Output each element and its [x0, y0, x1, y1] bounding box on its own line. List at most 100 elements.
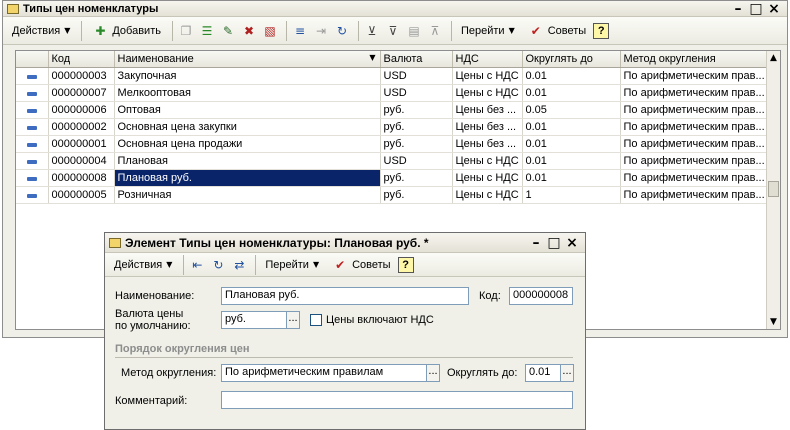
filter-history-icon[interactable]: ▤	[405, 22, 423, 40]
help-button[interactable]: ?	[593, 22, 610, 39]
cell-code[interactable]: 000000007	[48, 84, 115, 102]
cell-currency[interactable]: USD	[380, 67, 453, 85]
scroll-thumb[interactable]	[768, 181, 779, 197]
cell-method[interactable]: По арифметическим прав...	[620, 152, 767, 170]
actions-menu-button[interactable]: Действия ▼	[7, 20, 75, 42]
cell-vat[interactable]: Цены без ...	[452, 135, 523, 153]
currency-input[interactable]: руб.	[221, 311, 287, 329]
cell-round[interactable]: 0.01	[522, 152, 621, 170]
help-button[interactable]: ?	[397, 256, 414, 273]
code-input[interactable]: 000000008	[509, 287, 573, 305]
cell-code[interactable]: 000000002	[48, 118, 115, 136]
cell-round[interactable]: 0.01	[522, 169, 621, 187]
table-row[interactable]: 000000004 Плановая USD Цены с НДС 0.01 По ари…	[16, 152, 767, 170]
rounding-method-select-button[interactable]: ...	[426, 364, 440, 382]
cell-code[interactable]: 000000005	[48, 186, 115, 204]
close-button[interactable]: ×	[765, 2, 783, 16]
cell-name[interactable]: Розничная	[114, 186, 381, 204]
cell-code[interactable]: 000000008	[48, 169, 115, 187]
cell-currency[interactable]: USD	[380, 84, 453, 102]
cell-vat[interactable]: Цены с НДС	[452, 186, 523, 204]
scroll-down-icon[interactable]: ▼	[767, 315, 780, 329]
cell-currency[interactable]: руб.	[380, 135, 453, 153]
cell-method[interactable]: По арифметическим прав...	[620, 135, 767, 153]
maximize-button[interactable]: □	[747, 2, 765, 16]
cell-vat[interactable]: Цены с НДС	[452, 169, 523, 187]
move-to-group-icon[interactable]: ⇥	[312, 22, 330, 40]
minimize-button[interactable]: –	[729, 2, 747, 16]
maximize-button[interactable]: □	[545, 236, 563, 250]
column-header-vat[interactable]: НДС	[452, 51, 523, 68]
rounding-method-input[interactable]: По арифметическим правилам	[221, 364, 427, 382]
currency-select-button[interactable]: ...	[286, 311, 300, 329]
edit-icon[interactable]: ✎	[219, 22, 237, 40]
cell-currency[interactable]: руб.	[380, 169, 453, 187]
cell-currency[interactable]: USD	[380, 152, 453, 170]
vertical-scrollbar[interactable]: ▲ ▼	[766, 51, 780, 329]
column-header-code[interactable]: Код	[48, 51, 115, 68]
cell-method[interactable]: По арифметическим прав...	[620, 67, 767, 85]
filter-by-value-icon[interactable]: ⊽	[384, 22, 402, 40]
cell-round[interactable]: 1	[522, 186, 621, 204]
refresh-icon[interactable]: ↻	[333, 22, 351, 40]
cell-name[interactable]: Мелкооптовая	[114, 84, 381, 102]
cell-code[interactable]: 000000003	[48, 67, 115, 85]
cell-code[interactable]: 000000006	[48, 101, 115, 119]
name-input[interactable]: Плановая руб.	[221, 287, 469, 305]
cell-round[interactable]: 0.05	[522, 101, 621, 119]
round-to-select-button[interactable]: ...	[560, 364, 574, 382]
cell-vat[interactable]: Цены без ...	[452, 118, 523, 136]
table-row[interactable]: 000000001 Основная цена продажи руб. Цены б…	[16, 135, 767, 153]
add-group-icon[interactable]: ☰	[198, 22, 216, 40]
dialog-actions-menu-button[interactable]: Действия ▼	[109, 254, 177, 276]
cell-vat[interactable]: Цены с НДС	[452, 67, 523, 85]
cell-currency[interactable]: руб.	[380, 118, 453, 136]
tips-button[interactable]: ✔ Советы	[522, 20, 591, 42]
minimize-button[interactable]: –	[527, 236, 545, 250]
cell-method[interactable]: По арифметическим прав...	[620, 186, 767, 204]
cell-vat[interactable]: Цены без ...	[452, 101, 523, 119]
comment-input[interactable]	[221, 391, 573, 409]
column-header-currency[interactable]: Валюта	[380, 51, 453, 68]
goto-menu-button[interactable]: Перейти ▼	[456, 20, 520, 42]
table-row[interactable]: 000000003 Закупочная USD Цены с НДС 0.01 По а…	[16, 67, 767, 85]
cell-code[interactable]: 000000004	[48, 152, 115, 170]
copy-icon[interactable]: ⇄	[230, 256, 248, 274]
reread-icon[interactable]: ↻	[209, 256, 227, 274]
column-header-name[interactable]: Наименование ▼	[114, 51, 381, 68]
vat-included-checkbox[interactable]	[310, 314, 322, 326]
add-button[interactable]: ✚ Добавить	[86, 20, 166, 42]
filter-icon[interactable]: ⊻	[363, 22, 381, 40]
cell-round[interactable]: 0.01	[522, 67, 621, 85]
round-to-input[interactable]: 0.01	[525, 364, 561, 382]
go-back-icon[interactable]: ⇤	[188, 256, 206, 274]
delete-icon[interactable]: ▧	[261, 22, 279, 40]
dialog-tips-button[interactable]: ✔ Советы	[326, 254, 395, 276]
cell-method[interactable]: По арифметическим прав...	[620, 84, 767, 102]
cell-round[interactable]: 0.01	[522, 118, 621, 136]
cell-code[interactable]: 000000001	[48, 135, 115, 153]
cell-name[interactable]: Основная цена продажи	[114, 135, 381, 153]
cell-method[interactable]: По арифметическим прав...	[620, 118, 767, 136]
cell-round[interactable]: 0.01	[522, 84, 621, 102]
dialog-goto-menu-button[interactable]: Перейти ▼	[260, 254, 324, 276]
mark-delete-icon[interactable]: ✖	[240, 22, 258, 40]
copy-icon[interactable]: ❐	[177, 22, 195, 40]
cell-name[interactable]: Основная цена закупки	[114, 118, 381, 136]
close-button[interactable]: ×	[563, 236, 581, 250]
cell-name[interactable]: Закупочная	[114, 67, 381, 85]
column-header-round[interactable]: Округлять до	[522, 51, 621, 68]
cell-currency[interactable]: руб.	[380, 101, 453, 119]
cell-method[interactable]: По арифметическим прав...	[620, 169, 767, 187]
table-row[interactable]: 000000002 Основная цена закупки руб. Цены б…	[16, 118, 767, 136]
table-row[interactable]: 000000005 Розничная руб. Цены с НДС 1 По ариф…	[16, 186, 767, 204]
hierarchy-icon[interactable]: ≡	[291, 22, 309, 40]
table-row[interactable]: 000000006 Оптовая руб. Цены без ... 0.05 По а…	[16, 101, 767, 119]
scroll-up-icon[interactable]: ▲	[767, 51, 780, 65]
table-row[interactable]: 000000008 Плановая руб. руб. Цены с НДС 0.01…	[16, 169, 767, 187]
table-row[interactable]: 000000007 Мелкооптовая USD Цены с НДС 0.01 По…	[16, 84, 767, 102]
cell-round[interactable]: 0.01	[522, 135, 621, 153]
cell-method[interactable]: По арифметическим прав...	[620, 101, 767, 119]
column-header-method[interactable]: Метод округления	[620, 51, 767, 68]
cell-name[interactable]: Плановая руб.	[114, 169, 381, 187]
